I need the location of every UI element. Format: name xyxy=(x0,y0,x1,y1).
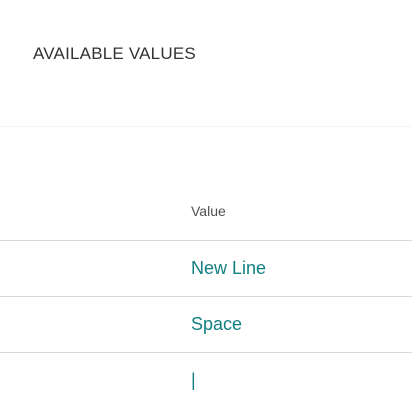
value-link[interactable]: Space xyxy=(191,314,242,335)
value-link[interactable]: New Line xyxy=(191,258,266,279)
value-link[interactable]: | xyxy=(191,370,196,391)
table-row[interactable]: New Line xyxy=(0,241,412,297)
table-row[interactable]: Space xyxy=(0,297,412,353)
available-values-panel: AVAILABLE VALUES Value New Line Space | xyxy=(0,0,412,407)
panel-title: AVAILABLE VALUES xyxy=(33,44,196,63)
panel-header: AVAILABLE VALUES xyxy=(0,0,412,126)
table-row[interactable]: | xyxy=(0,353,412,407)
value-column-header[interactable]: Value xyxy=(191,203,226,219)
values-table: Value New Line Space | xyxy=(0,126,412,407)
table-header: Value xyxy=(0,127,412,241)
